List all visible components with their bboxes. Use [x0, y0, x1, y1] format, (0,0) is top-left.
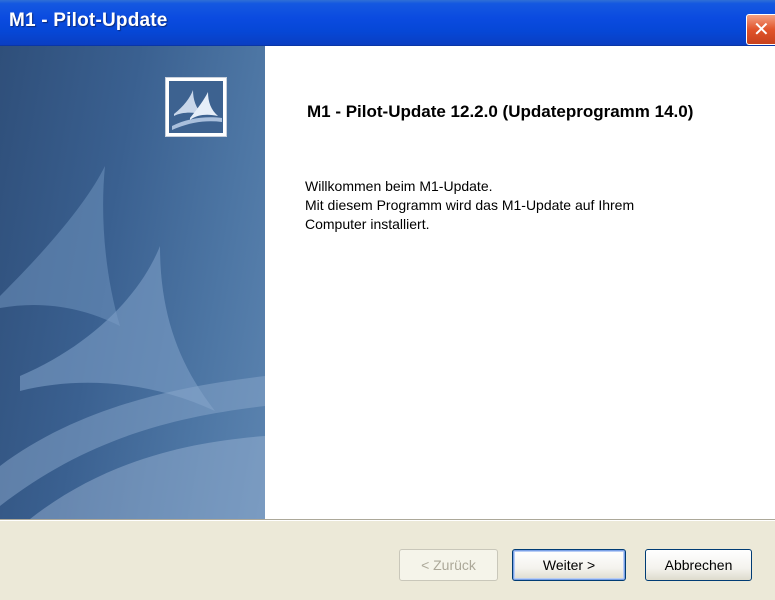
- description-line: Mit diesem Programm wird das M1-Update a…: [305, 197, 635, 213]
- close-icon: ✕: [753, 17, 770, 41]
- welcome-description: Willkommen beim M1-Update. Mit diesem Pr…: [305, 177, 735, 234]
- next-button[interactable]: Weiter >: [512, 549, 626, 581]
- welcome-content: M1 - Pilot-Update 12.2.0 (Updateprogramm…: [265, 46, 775, 519]
- title-bar[interactable]: M1 - Pilot-Update ✕: [0, 0, 775, 46]
- cancel-button[interactable]: Abbrechen: [645, 549, 752, 581]
- window-title: M1 - Pilot-Update: [9, 10, 168, 31]
- footer-divider: [0, 519, 775, 521]
- logo: [165, 77, 227, 137]
- close-button[interactable]: ✕: [746, 14, 775, 45]
- side-banner: [0, 46, 265, 519]
- installer-window: M1 - Pilot-Update ✕ M1 - Pilot-Update 12…: [0, 0, 775, 600]
- description-line: Computer installiert.: [305, 216, 430, 232]
- sail-logo-icon: [169, 81, 223, 133]
- back-button[interactable]: < Zurück: [399, 549, 498, 581]
- description-line: Willkommen beim M1-Update.: [305, 178, 493, 194]
- page-heading: M1 - Pilot-Update 12.2.0 (Updateprogramm…: [307, 102, 694, 121]
